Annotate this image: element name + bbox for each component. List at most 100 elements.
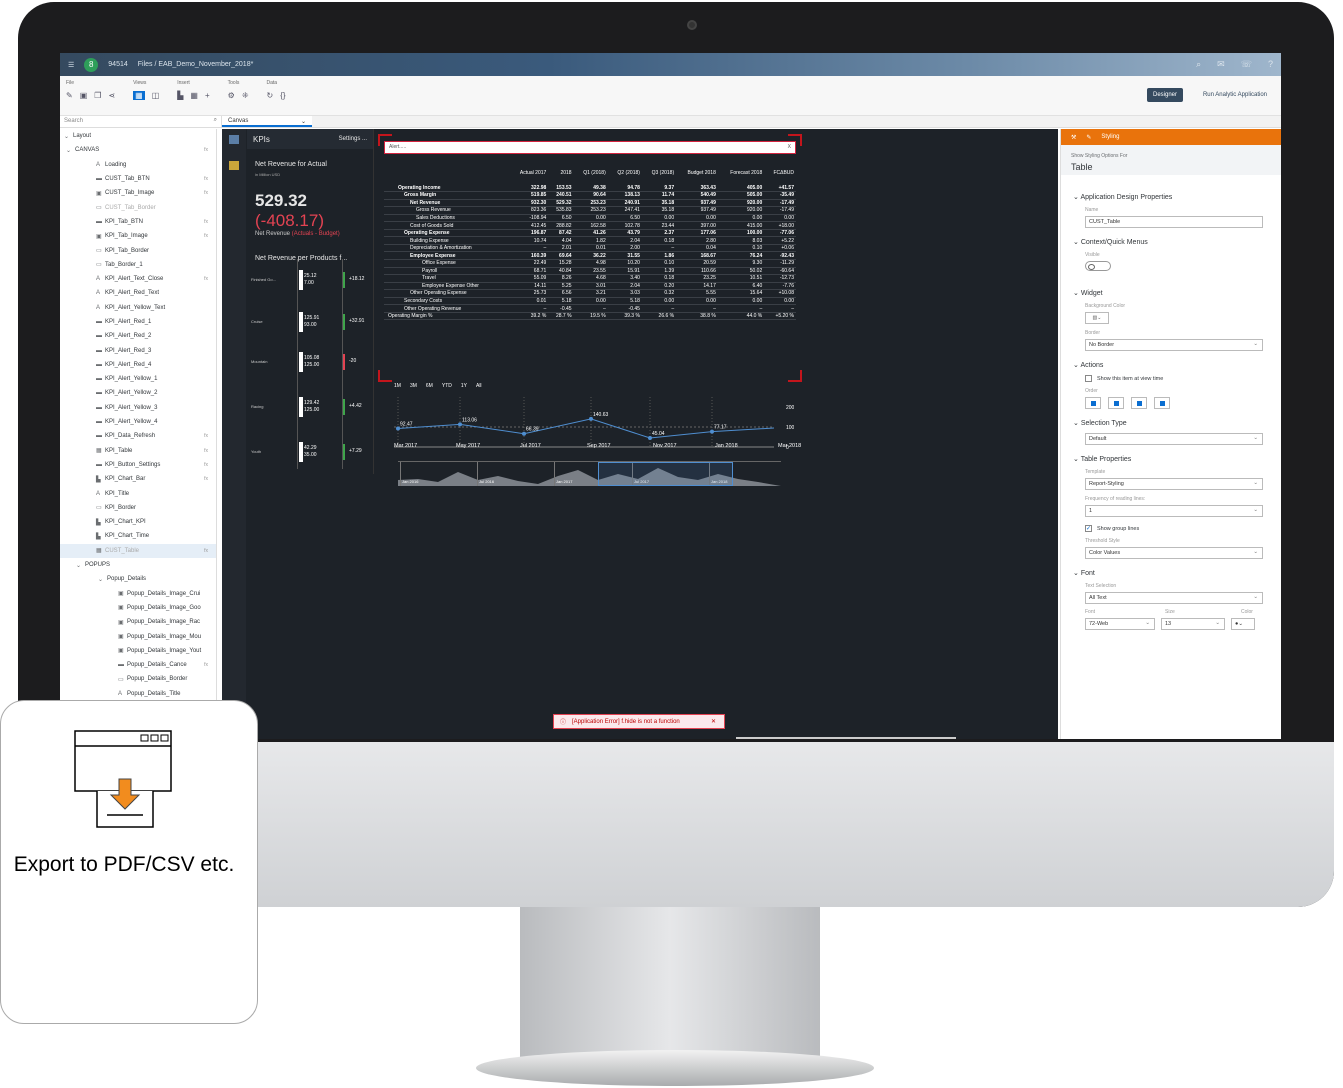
cust-tab-icon[interactable] <box>229 161 239 170</box>
show-at-view-checkbox[interactable]: Show this item at view time <box>1085 375 1281 382</box>
settings-button[interactable]: Settings ... <box>339 136 367 142</box>
outline-item[interactable]: ▬ KPI_Alert_Red_4 <box>60 358 216 372</box>
send-backward-icon[interactable] <box>1131 397 1147 409</box>
alert-input[interactable]: Alert..... X <box>384 141 796 154</box>
outline-item[interactable]: ▣ CUST_Tab_Image fx <box>60 186 216 200</box>
outline-item[interactable]: A Loading <box>60 158 216 172</box>
table-row[interactable]: Building Expense 10.74 4.04 1.82 2.04 0.18 2.8… <box>384 236 796 245</box>
tab-canvas[interactable]: Canvas ⌄ <box>222 116 312 127</box>
outline-item[interactable]: ▦ CUST_Table fx <box>60 543 216 558</box>
copy-icon[interactable]: ❐ <box>94 91 101 100</box>
time-navigator[interactable]: Jan 2016 Jul 2016 Jan 2017 Jul 2017 Jan 2018 <box>398 461 781 486</box>
table-header-cell[interactable]: Q1 (2018) <box>574 162 608 184</box>
outline-item[interactable]: ▭ KPI_Tab_Border <box>60 243 216 257</box>
table-header-cell[interactable]: 2018 <box>548 162 573 184</box>
outline-popup-details[interactable]: ⌄ Popup_Details <box>60 572 216 586</box>
period-button[interactable]: 1Y <box>461 383 467 389</box>
panel-view-icon[interactable]: ◫ <box>152 91 160 100</box>
section-font[interactable]: ⌄ Font <box>1073 569 1281 577</box>
script-icon[interactable]: fx <box>204 233 208 239</box>
table-row[interactable]: Sales Deductions -108.94 6.50 0.00 6.50 0.00 0… <box>384 214 796 223</box>
grid-icon[interactable]: ⁜ <box>242 91 249 100</box>
outline-canvas[interactable]: ⌄ CANVAS fx <box>60 143 216 157</box>
outline-item[interactable]: ▙ KPI_Chart_Time <box>60 529 216 543</box>
threshold-select[interactable]: Color Values ⌄ <box>1085 547 1263 559</box>
table-row[interactable]: Operating Expense 196.87 87.42 41.26 43.79 2.… <box>384 229 796 238</box>
script-icon[interactable]: fx <box>204 476 208 482</box>
period-button[interactable]: 1M <box>394 383 401 389</box>
brush-icon[interactable]: ✎ <box>1086 134 1091 141</box>
section-context-menus[interactable]: ⌄ Context/Quick Menus <box>1073 238 1281 246</box>
outline-item[interactable]: ▣ Popup_Details_Image_Rac <box>60 615 216 629</box>
scripting-icon[interactable]: ⚙ <box>228 91 235 100</box>
search-icon[interactable]: ⌕ <box>1196 59 1201 70</box>
outline-item[interactable]: ▣ Popup_Details_Image_Goo <box>60 601 216 615</box>
outline-item[interactable]: ▦ KPI_Table fx <box>60 444 216 458</box>
table-row[interactable]: Other Operating Expense 25.73 6.56 3.21 3.03… <box>384 289 796 298</box>
table-header-cell[interactable] <box>384 162 509 184</box>
outline-item[interactable]: ▙ KPI_Chart_Bar fx <box>60 472 216 486</box>
outline-item[interactable]: ▬ KPI_Alert_Red_2 <box>60 329 216 343</box>
period-button[interactable]: All <box>476 383 482 389</box>
outline-layout[interactable]: ⌄ Layout <box>60 129 216 143</box>
checkbox[interactable] <box>1085 375 1092 382</box>
table-row[interactable]: Employee Expense 160.39 69.64 36.22 31.55 1.8… <box>384 251 796 260</box>
checkbox[interactable]: ✓ <box>1085 525 1092 532</box>
script-icon[interactable]: fx <box>204 147 208 153</box>
template-select[interactable]: Report-Styling ⌄ <box>1085 478 1263 490</box>
table-row[interactable]: Net Revenue 932.30 529.32 253.23 240.91 35.18… <box>384 199 796 208</box>
script-icon[interactable]: fx <box>204 219 208 225</box>
table-row[interactable]: Other Operating Revenue – -0.45– -0.45– – – – <box>384 304 796 313</box>
table-header-cell[interactable]: Forecast 2018 <box>718 162 764 184</box>
outline-item[interactable]: ▙ KPI_Chart_KPI <box>60 515 216 529</box>
outline-item[interactable]: ▬ KPI_Data_Refresh fx <box>60 429 216 443</box>
outline-item[interactable]: A KPI_Title <box>60 486 216 500</box>
table-row[interactable]: Cost of Goods Sold 412.45 288.82 162.58 102.… <box>384 221 796 230</box>
selection-type-select[interactable]: Default ⌄ <box>1085 433 1263 445</box>
bring-forward-icon[interactable] <box>1108 397 1124 409</box>
outline-item[interactable]: A KPI_Alert_Red_Text <box>60 286 216 300</box>
share-icon[interactable]: ⋖ <box>108 91 115 100</box>
script-icon[interactable]: fx <box>204 433 208 439</box>
navigator-window[interactable] <box>598 462 733 486</box>
outline-popups[interactable]: ⌄ POPUPS <box>60 558 216 572</box>
chevron-down-icon[interactable]: ⌄ <box>301 118 306 125</box>
section-actions[interactable]: ⌄ Actions <box>1073 361 1281 369</box>
bar[interactable] <box>299 397 303 417</box>
font-color-picker[interactable]: ●⌄ <box>1231 618 1255 630</box>
table-row[interactable]: Travel 55.09 8.26 4.68 3.40 0.18 23.25 10.51 -12… <box>384 274 796 283</box>
outline-item[interactable]: ▬ Popup_Details_Cance fx <box>60 658 216 672</box>
outline-item[interactable]: ▬ KPI_Alert_Yellow_3 <box>60 401 216 415</box>
breadcrumb[interactable]: Files / EAB_Demo_November_2018* <box>138 61 254 68</box>
styling-tab-label[interactable]: Styling <box>1101 134 1119 140</box>
table-row[interactable]: Payroll 68.71 40.84 23.55 15.91 1.39 110.66 50.… <box>384 267 796 276</box>
table-header-cell[interactable]: FCΔBUD <box>764 162 796 184</box>
script-icon[interactable]: fx <box>204 548 208 554</box>
variables-icon[interactable]: {} <box>280 91 285 100</box>
notifications-icon[interactable]: ✉ <box>1217 59 1225 70</box>
script-icon[interactable]: fx <box>204 462 208 468</box>
section-app-design[interactable]: ⌄ Application Design Properties <box>1073 193 1281 201</box>
search-input[interactable]: Search ⌕ <box>60 116 222 127</box>
background-color-picker[interactable]: ▧⌄ <box>1085 312 1109 324</box>
bring-front-icon[interactable] <box>1085 397 1101 409</box>
outline-item[interactable]: ▣ Popup_Details_Image_Mou <box>60 629 216 643</box>
table-row[interactable]: Depreciation & Amortization –2.01 0.01 2.00… <box>384 244 796 253</box>
outline-item[interactable]: ▬ KPI_Tab_BTN fx <box>60 215 216 229</box>
outline-item[interactable]: ▣ Popup_Details_Image_Yout <box>60 644 216 658</box>
bar[interactable] <box>299 312 303 332</box>
show-group-lines-checkbox[interactable]: ✓ Show group lines <box>1085 525 1281 532</box>
outline-item[interactable]: ▬ KPI_Alert_Yellow_4 <box>60 415 216 429</box>
table-row[interactable]: Operating Margin % 39.2 % 28.7 % 19.5 % 39.3… <box>384 312 796 321</box>
bar[interactable] <box>299 270 303 290</box>
export-card[interactable]: Export to PDF/CSV etc. <box>0 700 258 1024</box>
text-selection-select[interactable]: All Text ⌄ <box>1085 592 1263 604</box>
save-icon[interactable]: ▣ <box>80 91 88 100</box>
script-icon[interactable]: fx <box>204 276 208 282</box>
table-header-cell[interactable]: Actual 2017 <box>509 162 548 184</box>
table-header-cell[interactable]: Q3 (2018) <box>642 162 676 184</box>
outline-item[interactable]: ▬ KPI_Alert_Yellow_2 <box>60 386 216 400</box>
outline-item[interactable]: ▭ CUST_Tab_Border <box>60 200 216 214</box>
script-icon[interactable]: fx <box>204 190 208 196</box>
chat-icon[interactable]: ☏ <box>1241 59 1252 70</box>
